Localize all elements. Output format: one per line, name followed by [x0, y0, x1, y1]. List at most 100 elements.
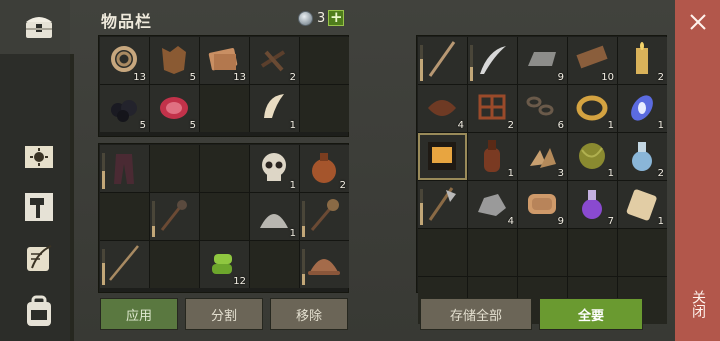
item-slot[interactable]: 9 [518, 37, 567, 84]
item-slot[interactable]: 10 [568, 37, 617, 84]
empty-slot[interactable] [200, 193, 249, 240]
scroll-bundle-icon [626, 189, 657, 221]
spiked-club-icon [160, 200, 187, 231]
item-slot[interactable]: 13 [200, 37, 249, 84]
item-quantity: 1 [507, 168, 514, 179]
item-slot[interactable] [100, 241, 149, 288]
item-slot[interactable] [418, 37, 467, 84]
wood-chips-icon [530, 148, 556, 168]
empty-slot[interactable] [100, 193, 149, 240]
item-quantity: 5 [189, 72, 196, 83]
item-quantity: 13 [133, 72, 146, 83]
empty-slot[interactable] [568, 229, 617, 276]
sidebar [0, 0, 70, 341]
item-slot[interactable]: 2 [618, 133, 667, 180]
recipe-book-icon [428, 142, 456, 170]
close-label[interactable]: 关闭 [688, 290, 708, 318]
store-all-button[interactable]: 存储全部 [420, 298, 532, 330]
sun-map-icon[interactable] [22, 140, 56, 174]
coal-icon [111, 100, 137, 122]
item-slot[interactable]: 1 [468, 133, 517, 180]
scroll-quill-icon[interactable] [22, 242, 56, 276]
stone-ore-icon [478, 194, 506, 216]
item-quantity: 1 [607, 168, 614, 179]
durability-bar [102, 249, 105, 285]
item-quantity: 1 [657, 120, 664, 131]
item-slot[interactable] [468, 37, 517, 84]
yarn-ball-icon [579, 143, 605, 169]
item-slot[interactable]: 9 [518, 181, 567, 228]
item-slot[interactable]: 1 [618, 181, 667, 228]
close-panel[interactable]: 关闭 [675, 0, 720, 341]
durability-bar [420, 45, 423, 81]
item-slot[interactable]: 6 [518, 85, 567, 132]
item-slot[interactable]: 5 [100, 85, 149, 132]
potion-icon [632, 142, 652, 171]
item-slot[interactable]: 4 [468, 181, 517, 228]
item-slot[interactable]: 5 [150, 37, 199, 84]
empty-slot[interactable] [468, 229, 517, 276]
empty-slot[interactable] [250, 241, 299, 288]
item-slot[interactable]: 2 [468, 85, 517, 132]
empty-slot[interactable] [418, 229, 467, 276]
item-slot[interactable] [418, 133, 467, 180]
helmet-icon [308, 259, 340, 275]
empty-slot[interactable] [200, 85, 249, 132]
item-slot[interactable]: 1 [568, 85, 617, 132]
inventory-grid-top: 13 5 13 2 5 5 1 [100, 37, 349, 132]
empty-slot[interactable] [150, 145, 199, 192]
empty-slot[interactable] [150, 241, 199, 288]
item-quantity: 1 [289, 120, 296, 131]
empty-slot[interactable] [300, 37, 349, 84]
leather-hide-icon [162, 46, 186, 74]
sidebar-active-tab[interactable] [0, 0, 70, 54]
candle-icon [636, 42, 648, 74]
item-slot[interactable] [300, 241, 349, 288]
item-slot[interactable]: 7 [568, 181, 617, 228]
gold-ring-icon [576, 95, 608, 121]
empty-slot[interactable] [200, 145, 249, 192]
durability-bar [302, 201, 305, 237]
split-button[interactable]: 分割 [185, 298, 263, 330]
item-slot[interactable] [418, 181, 467, 228]
chest-icon[interactable] [22, 10, 56, 44]
apply-button[interactable]: 应用 [100, 298, 178, 330]
item-slot[interactable]: 3 [518, 133, 567, 180]
empty-slot[interactable] [300, 85, 349, 132]
item-slot[interactable]: 13 [100, 37, 149, 84]
item-slot[interactable]: 5 [150, 85, 199, 132]
add-currency-button[interactable]: + [328, 10, 345, 26]
item-quantity: 3 [557, 168, 564, 179]
staff-icon [428, 41, 456, 77]
item-slot[interactable] [100, 145, 149, 192]
item-slot[interactable]: 1 [250, 85, 299, 132]
item-slot[interactable]: 2 [300, 145, 349, 192]
item-slot[interactable]: 2 [250, 37, 299, 84]
item-slot[interactable] [150, 193, 199, 240]
item-slot[interactable]: 2 [618, 37, 667, 84]
item-quantity: 1 [657, 216, 664, 227]
item-quantity: 1 [289, 180, 296, 191]
inventory-screen: 物品栏 3 + 13 5 13 2 5 5 1 1 2 1 12 9 10 2 4 2 6 1 1 1 3 1 2 4 9 7… [0, 0, 720, 341]
item-slot[interactable] [300, 193, 349, 240]
item-slot[interactable]: 1 [618, 85, 667, 132]
item-quantity: 2 [657, 168, 664, 179]
empty-slot[interactable] [518, 229, 567, 276]
item-slot[interactable]: 1 [250, 193, 299, 240]
hammer-icon[interactable] [22, 190, 56, 224]
halberd-icon [428, 187, 456, 221]
item-slot[interactable]: 12 [200, 241, 249, 288]
remove-button[interactable]: 移除 [270, 298, 348, 330]
item-slot[interactable]: 4 [418, 85, 467, 132]
inventory-grid-bottom: 1 2 1 12 [100, 145, 349, 288]
close-icon[interactable] [688, 12, 708, 32]
backpack-icon[interactable] [22, 294, 56, 328]
take-all-button[interactable]: 全要 [539, 298, 643, 330]
item-slot[interactable]: 1 [250, 145, 299, 192]
item-quantity: 10 [601, 72, 614, 83]
empty-slot[interactable] [618, 229, 667, 276]
durability-bar [302, 249, 305, 285]
storage-panel: 9 10 2 4 2 6 1 1 1 3 1 2 4 9 7 1 [416, 35, 667, 324]
durability-bar [420, 189, 423, 225]
item-slot[interactable]: 1 [568, 133, 617, 180]
